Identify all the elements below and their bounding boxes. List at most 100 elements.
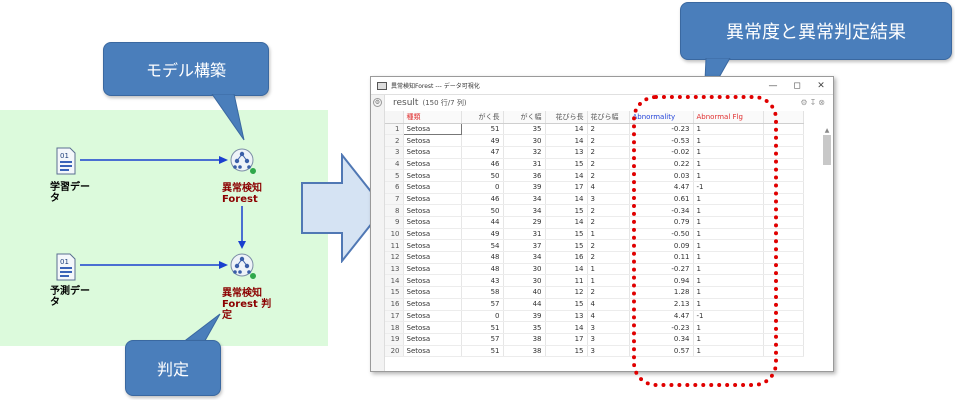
petal-width-cell[interactable]: 2 xyxy=(587,204,630,217)
sepal-length-cell[interactable]: 57 xyxy=(461,298,504,311)
petal-length-cell[interactable]: 15 xyxy=(545,239,588,253)
sepal-length-cell[interactable]: 44 xyxy=(461,216,504,229)
petal-width-cell[interactable]: 4 xyxy=(587,310,630,323)
petal-length-cell[interactable]: 14 xyxy=(545,321,588,334)
sepal-width-cell[interactable]: 35 xyxy=(503,123,546,136)
petal-length-cell[interactable]: 15 xyxy=(545,158,588,171)
petal-length-cell[interactable]: 13 xyxy=(545,146,588,159)
petal-width-cell[interactable]: 3 xyxy=(587,193,630,206)
sepal-length-cell[interactable]: 50 xyxy=(461,169,504,182)
sepal-length-cell[interactable]: 0 xyxy=(461,310,504,323)
sepal-width-cell[interactable]: 39 xyxy=(503,181,546,194)
species-cell[interactable]: Setosa xyxy=(403,298,462,311)
column-header[interactable]: 花びら長 xyxy=(545,111,588,124)
petal-width-cell[interactable]: 2 xyxy=(587,169,630,182)
sepal-length-cell[interactable]: 51 xyxy=(461,321,504,334)
sepal-width-cell[interactable]: 36 xyxy=(503,169,546,182)
petal-length-cell[interactable]: 13 xyxy=(545,310,588,323)
petal-width-cell[interactable]: 2 xyxy=(587,216,630,229)
petal-width-cell[interactable]: 1 xyxy=(587,274,630,288)
petal-width-cell[interactable]: 2 xyxy=(587,251,630,264)
petal-length-cell[interactable]: 15 xyxy=(545,298,588,311)
sepal-length-cell[interactable]: 48 xyxy=(461,251,504,264)
species-cell[interactable]: Setosa xyxy=(403,286,462,299)
sepal-width-cell[interactable]: 34 xyxy=(503,193,546,206)
sepal-width-cell[interactable]: 37 xyxy=(503,239,546,253)
scroll-up-icon[interactable]: ▲ xyxy=(823,127,831,134)
clear-icon[interactable]: ⊗ xyxy=(818,98,827,107)
sepal-length-cell[interactable]: 0 xyxy=(461,181,504,194)
petal-length-cell[interactable]: 15 xyxy=(545,228,588,241)
species-cell[interactable]: Setosa xyxy=(403,251,462,264)
anomaly-forest-node-icon[interactable] xyxy=(228,146,258,176)
sepal-width-cell[interactable]: 39 xyxy=(503,310,546,323)
sepal-length-cell[interactable]: 49 xyxy=(461,134,504,147)
petal-width-cell[interactable]: 2 xyxy=(587,158,630,171)
species-cell[interactable]: Setosa xyxy=(403,193,462,206)
column-header[interactable]: 花びら幅 xyxy=(587,111,630,124)
sepal-length-cell[interactable]: 49 xyxy=(461,228,504,241)
petal-width-cell[interactable]: 1 xyxy=(587,263,630,276)
download-icon[interactable]: ↧ xyxy=(810,98,819,107)
settings-icon[interactable]: ⚙ xyxy=(373,98,382,107)
sepal-width-cell[interactable]: 30 xyxy=(503,263,546,276)
sepal-width-cell[interactable]: 38 xyxy=(503,333,546,346)
species-cell[interactable]: Setosa xyxy=(403,158,462,171)
petal-length-cell[interactable]: 14 xyxy=(545,263,588,276)
sepal-width-cell[interactable]: 30 xyxy=(503,274,546,288)
sepal-width-cell[interactable]: 32 xyxy=(503,146,546,159)
petal-length-cell[interactable]: 17 xyxy=(545,333,588,346)
sepal-width-cell[interactable]: 34 xyxy=(503,204,546,217)
sepal-width-cell[interactable]: 31 xyxy=(503,158,546,171)
minimize-icon[interactable]: — xyxy=(761,81,785,91)
petal-width-cell[interactable]: 3 xyxy=(587,345,630,358)
petal-length-cell[interactable]: 12 xyxy=(545,286,588,299)
species-cell[interactable]: Setosa xyxy=(403,204,462,217)
sepal-length-cell[interactable]: 51 xyxy=(461,123,504,136)
species-cell[interactable]: Setosa xyxy=(403,345,462,358)
petal-length-cell[interactable]: 14 xyxy=(545,134,588,147)
sepal-length-cell[interactable]: 58 xyxy=(461,286,504,299)
sepal-length-cell[interactable]: 57 xyxy=(461,333,504,346)
petal-width-cell[interactable]: 1 xyxy=(587,228,630,241)
species-cell[interactable]: Setosa xyxy=(402,122,462,136)
column-header[interactable]: がく幅 xyxy=(503,111,546,124)
species-cell[interactable]: Setosa xyxy=(403,333,462,346)
species-cell[interactable]: Setosa xyxy=(403,321,462,334)
petal-length-cell[interactable]: 14 xyxy=(545,193,588,206)
sepal-width-cell[interactable]: 29 xyxy=(503,216,546,229)
petal-width-cell[interactable]: 4 xyxy=(587,181,630,194)
sepal-width-cell[interactable]: 44 xyxy=(503,298,546,311)
sepal-length-cell[interactable]: 46 xyxy=(461,193,504,206)
petal-width-cell[interactable]: 3 xyxy=(587,333,630,346)
sepal-width-cell[interactable]: 31 xyxy=(503,228,546,241)
petal-width-cell[interactable]: 4 xyxy=(587,298,630,311)
petal-width-cell[interactable]: 2 xyxy=(587,286,630,299)
sepal-width-cell[interactable]: 34 xyxy=(503,251,546,264)
close-icon[interactable]: ✕ xyxy=(809,81,833,91)
column-header[interactable]: 種類 xyxy=(403,111,462,124)
petal-length-cell[interactable]: 14 xyxy=(545,169,588,182)
maximize-icon[interactable]: ◻ xyxy=(785,81,809,91)
petal-length-cell[interactable]: 14 xyxy=(545,123,588,136)
species-cell[interactable]: Setosa xyxy=(403,310,462,323)
petal-width-cell[interactable]: 2 xyxy=(587,123,630,136)
sepal-length-cell[interactable]: 47 xyxy=(461,146,504,159)
sepal-width-cell[interactable]: 40 xyxy=(503,286,546,299)
petal-width-cell[interactable]: 2 xyxy=(587,146,630,159)
petal-length-cell[interactable]: 11 xyxy=(545,274,588,288)
petal-width-cell[interactable]: 2 xyxy=(587,134,630,147)
sepal-length-cell[interactable]: 51 xyxy=(461,345,504,358)
sepal-width-cell[interactable]: 38 xyxy=(503,345,546,358)
petal-width-cell[interactable]: 2 xyxy=(587,239,630,253)
sepal-length-cell[interactable]: 46 xyxy=(461,158,504,171)
petal-length-cell[interactable]: 14 xyxy=(545,216,588,229)
species-cell[interactable]: Setosa xyxy=(403,134,462,147)
scroll-thumb[interactable] xyxy=(823,135,831,165)
species-cell[interactable]: Setosa xyxy=(403,274,462,288)
sepal-length-cell[interactable]: 50 xyxy=(461,204,504,217)
species-cell[interactable]: Setosa xyxy=(403,181,462,194)
species-cell[interactable]: Setosa xyxy=(403,239,462,253)
sepal-length-cell[interactable]: 48 xyxy=(461,263,504,276)
gear-icon[interactable]: ⚙ xyxy=(800,98,809,107)
